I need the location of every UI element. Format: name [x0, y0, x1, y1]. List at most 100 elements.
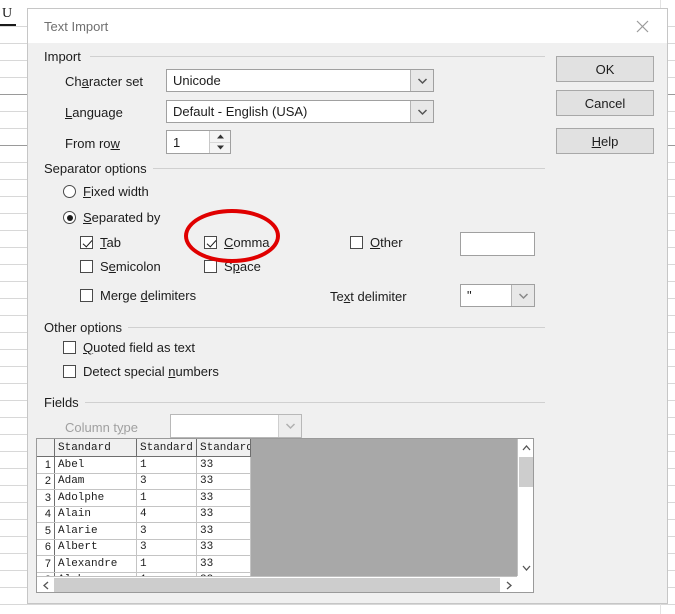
character-set-combo[interactable]: Unicode: [166, 69, 434, 92]
from-row-spinner[interactable]: 1: [166, 130, 231, 154]
merge-delimiters-label: Merge delimiters: [100, 288, 197, 303]
text-delimiter-label: Text delimiter: [330, 289, 407, 304]
preview-table-row: 5 Alarie 3 33: [37, 523, 251, 540]
detect-special-numbers-label: Detect special numbers: [83, 364, 219, 379]
preview-table-cell: 33: [197, 473, 251, 489]
scroll-left-icon[interactable]: [37, 577, 54, 592]
preview-row-number: 6: [37, 539, 55, 555]
preview-table-row: 6 Albert 3 33: [37, 539, 251, 556]
preview-table-row: 3 Adolphe 1 33: [37, 490, 251, 507]
other-options-group-rule: [123, 327, 545, 328]
checkbox-indicator: [80, 260, 93, 273]
quoted-field-as-text-label: Quoted field as text: [83, 340, 196, 355]
backdrop-corner-letter: U: [2, 6, 13, 21]
horizontal-scrollbar[interactable]: [37, 576, 517, 592]
help-button-label: Help: [591, 133, 619, 149]
from-row-spin-buttons[interactable]: [209, 131, 230, 153]
preview-table-cell: Alarie: [55, 523, 137, 539]
fixed-width-radio[interactable]: Fixed width: [63, 184, 149, 199]
preview-column-header[interactable]: Standard: [137, 439, 197, 456]
preview-table-cell: 33: [197, 457, 251, 473]
preview-row-number: 3: [37, 490, 55, 506]
detect-special-numbers-checkbox[interactable]: Detect special numbers: [63, 364, 219, 379]
chevron-down-icon[interactable]: [410, 101, 433, 122]
merge-delimiters-checkbox[interactable]: Merge delimiters: [80, 288, 196, 303]
scroll-right-icon[interactable]: [500, 577, 517, 592]
tab-label: Tab: [100, 235, 121, 250]
text-delimiter-combo[interactable]: ": [460, 284, 535, 307]
separated-by-label: Separated by: [83, 210, 161, 225]
from-row-value: 1: [173, 134, 181, 150]
chevron-down-icon[interactable]: [410, 70, 433, 91]
from-row-label: From row: [65, 136, 120, 151]
checkbox-indicator: [204, 260, 217, 273]
chevron-down-icon[interactable]: [278, 415, 301, 437]
spinner-up-icon[interactable]: [210, 131, 230, 143]
horizontal-scroll-thumb[interactable]: [54, 578, 500, 592]
character-set-value: Unicode: [173, 73, 221, 88]
scroll-up-icon[interactable]: [518, 439, 533, 456]
preview-corner-cell: [37, 439, 55, 456]
column-type-combo[interactable]: [170, 414, 302, 438]
cancel-button-label: Cancel: [584, 95, 626, 111]
scroll-down-icon[interactable]: [518, 559, 533, 576]
fields-group-rule: [84, 402, 545, 403]
separator-group-legend: Separator options: [44, 161, 153, 176]
preview-column-header[interactable]: Standard: [55, 439, 137, 456]
comma-checkbox[interactable]: Comma: [204, 235, 270, 250]
tab-checkbox[interactable]: Tab: [80, 235, 121, 250]
checkbox-indicator: [350, 236, 363, 249]
preview-table-row: 1 Abel 1 33: [37, 457, 251, 474]
other-checkbox[interactable]: Other: [350, 235, 403, 250]
language-combo[interactable]: Default - English (USA): [166, 100, 434, 123]
cancel-button[interactable]: Cancel: [556, 90, 654, 116]
separator-group-rule: [150, 168, 545, 169]
vertical-scrollbar[interactable]: [517, 439, 533, 576]
separated-by-radio[interactable]: Separated by: [63, 210, 160, 225]
radio-indicator: [63, 185, 76, 198]
preview-header-row: Standard Standard Standard: [37, 439, 251, 457]
preview-row-number: 7: [37, 556, 55, 572]
close-icon[interactable]: [621, 11, 663, 41]
preview-table-cell: 4: [137, 506, 197, 522]
space-checkbox[interactable]: Space: [204, 259, 261, 274]
preview-table-cell: 33: [197, 539, 251, 555]
vertical-scroll-thumb[interactable]: [519, 457, 533, 487]
preview-table-cell: 33: [197, 523, 251, 539]
preview-row-number: 5: [37, 523, 55, 539]
checkbox-indicator: [80, 236, 93, 249]
preview-table-cell: 3: [137, 539, 197, 555]
preview-table-cell: 1: [137, 457, 197, 473]
import-preview-table[interactable]: Standard Standard Standard 1 Abel 1 33 2 Adam 3 33…: [36, 438, 534, 593]
quoted-field-as-text-checkbox[interactable]: Quoted field as text: [63, 340, 195, 355]
language-label: Language: [65, 105, 123, 120]
ok-button[interactable]: OK: [556, 56, 654, 82]
space-label: Space: [224, 259, 261, 274]
preview-row-number: 4: [37, 506, 55, 522]
text-delimiter-value: ": [467, 288, 472, 303]
comma-label: Comma: [224, 235, 270, 250]
chevron-down-icon[interactable]: [511, 285, 534, 306]
preview-table-cell: Alain: [55, 506, 137, 522]
help-button[interactable]: Help: [556, 128, 654, 154]
preview-row-number: 2: [37, 473, 55, 489]
dialog-titlebar: Text Import: [28, 9, 667, 43]
checkbox-indicator: [63, 341, 76, 354]
spinner-down-icon[interactable]: [210, 143, 230, 154]
preview-table-cell: Adolphe: [55, 490, 137, 506]
semicolon-checkbox[interactable]: Semicolon: [80, 259, 161, 274]
preview-table-cell: 33: [197, 490, 251, 506]
preview-table-row: 7 Alexandre 1 33: [37, 556, 251, 573]
preview-table-row: 4 Alain 4 33: [37, 506, 251, 523]
preview-table-cell: 3: [137, 473, 197, 489]
preview-table-cell: 1: [137, 556, 197, 572]
other-options-group-legend: Other options: [44, 320, 129, 335]
preview-table-cell: 33: [197, 556, 251, 572]
import-group-legend: Import: [44, 49, 87, 64]
radio-indicator: [63, 211, 76, 224]
other-separator-input[interactable]: [460, 232, 535, 256]
other-label: Other: [370, 235, 403, 250]
preview-column-header[interactable]: Standard: [197, 439, 251, 456]
preview-row-number: 1: [37, 457, 55, 473]
import-group-rule: [90, 56, 545, 57]
